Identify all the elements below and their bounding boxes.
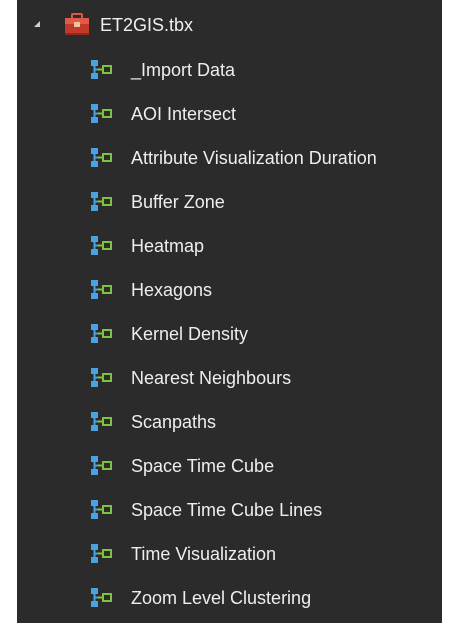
model-tool-icon bbox=[89, 102, 113, 126]
tool-item-hexagons[interactable]: Hexagons bbox=[17, 268, 442, 312]
tool-label: Nearest Neighbours bbox=[131, 368, 292, 388]
toolbox-node[interactable]: ET2GIS.tbx bbox=[17, 4, 442, 44]
tool-item-attribute-visualization-duration[interactable]: Attribute Visualization Duration bbox=[17, 136, 442, 180]
model-tool-icon bbox=[89, 454, 113, 478]
model-tool-icon bbox=[89, 58, 113, 82]
model-tool-icon bbox=[89, 146, 113, 170]
tool-item-time-visualization[interactable]: Time Visualization bbox=[17, 532, 442, 576]
tool-label: Hexagons bbox=[131, 280, 213, 300]
toolbox-icon bbox=[63, 13, 91, 37]
tool-label: _Import Data bbox=[131, 60, 236, 80]
model-tool-icon bbox=[89, 234, 113, 258]
tool-item-space-time-cube[interactable]: Space Time Cube bbox=[17, 444, 442, 488]
tool-item-nearest-neighbours[interactable]: Nearest Neighbours bbox=[17, 356, 442, 400]
tool-label: Attribute Visualization Duration bbox=[131, 148, 377, 168]
model-tool-icon bbox=[89, 322, 113, 346]
tool-item-scanpaths[interactable]: Scanpaths bbox=[17, 400, 442, 444]
model-tool-icon bbox=[89, 366, 113, 390]
model-tool-icon bbox=[89, 410, 113, 434]
tool-label: Kernel Density bbox=[131, 324, 249, 344]
model-tool-icon bbox=[89, 498, 113, 522]
tool-list: _Import Data AOI Intersect Attribute Vis… bbox=[17, 48, 442, 620]
model-tool-icon bbox=[89, 542, 113, 566]
tool-item-kernel-density[interactable]: Kernel Density bbox=[17, 312, 442, 356]
expanded-triangle-icon[interactable] bbox=[34, 21, 40, 27]
tool-label: Scanpaths bbox=[131, 412, 217, 432]
tool-label: AOI Intersect bbox=[131, 104, 237, 124]
model-tool-icon bbox=[89, 190, 113, 214]
tool-label: Space Time Cube bbox=[131, 456, 275, 476]
tool-item-space-time-cube-lines[interactable]: Space Time Cube Lines bbox=[17, 488, 442, 532]
tool-item-import-data[interactable]: _Import Data bbox=[17, 48, 442, 92]
tool-item-zoom-level-clustering[interactable]: Zoom Level Clustering bbox=[17, 576, 442, 620]
tool-item-heatmap[interactable]: Heatmap bbox=[17, 224, 442, 268]
tool-item-buffer-zone[interactable]: Buffer Zone bbox=[17, 180, 442, 224]
model-tool-icon bbox=[89, 278, 113, 302]
tool-label: Space Time Cube Lines bbox=[131, 500, 323, 520]
catalog-tree-panel: ET2GIS.tbx _Import Data AOI Intersect At… bbox=[17, 0, 442, 623]
model-tool-icon bbox=[89, 586, 113, 610]
tool-label: Time Visualization bbox=[131, 544, 277, 564]
tool-label: Heatmap bbox=[131, 236, 205, 256]
toolbox-name: ET2GIS.tbx bbox=[100, 15, 194, 35]
tool-label: Zoom Level Clustering bbox=[131, 588, 312, 608]
tool-item-aoi-intersect[interactable]: AOI Intersect bbox=[17, 92, 442, 136]
tool-label: Buffer Zone bbox=[131, 192, 225, 212]
